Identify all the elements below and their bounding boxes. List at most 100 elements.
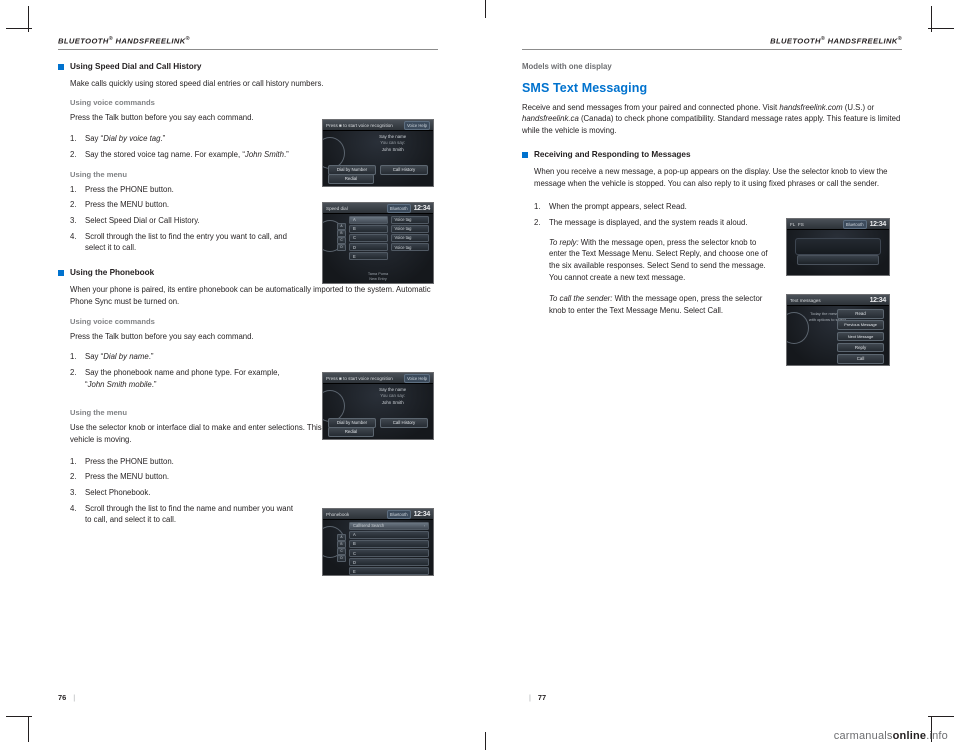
step-number: 2. [70, 149, 77, 159]
step-text: Press the MENU button. [85, 200, 170, 210]
list-item[interactable]: A [349, 531, 429, 539]
list-item[interactable]: Voice tag [390, 216, 429, 224]
step-number: 1. [70, 134, 77, 144]
header-product: HANDSFREELINK [825, 36, 898, 46]
paragraph-to-reply: To reply: With the message open, press t… [522, 237, 774, 284]
voice-help-badge[interactable]: Voice Help [403, 373, 430, 383]
label-models-with-one-display: Models with one display [522, 61, 612, 71]
row-chevron: › [423, 523, 425, 528]
voice-help-badge[interactable]: Voice Help [403, 120, 430, 130]
previous-message-button[interactable]: Previous Message [837, 320, 884, 330]
bullet-square-icon [522, 151, 528, 158]
paragraph-to-call-sender: To call the sender: With the message ope… [522, 293, 774, 316]
step-number: 2. [70, 472, 77, 482]
screen-voice-recognition-1: Press ■ to start voice recognition Voice… [322, 119, 434, 187]
message-menu: Read Previous Message Next Message Reply… [837, 309, 884, 365]
screen-titlebar: Press ■ to start voice recognition Voice… [323, 120, 433, 131]
reply-button[interactable]: Reply [837, 342, 884, 353]
bluetooth-icon: Bluetooth [386, 509, 411, 519]
selector-dial-graphic [323, 390, 347, 422]
screen-footer-2[interactable]: New Entry [323, 277, 433, 281]
watermark-part-3: .info [926, 730, 948, 742]
list-item[interactable]: A [349, 216, 388, 224]
screen-status: Bluetooth 12:34 [842, 219, 886, 229]
bullet-square-icon [58, 269, 64, 276]
redial-button[interactable]: Redial [328, 427, 374, 437]
selector-dial-graphic: A B C D [323, 526, 347, 562]
step-number: 2. [70, 367, 77, 377]
step-text: The message is displayed, and the system… [549, 217, 748, 227]
list-item[interactable]: C [349, 234, 388, 242]
list-item: 2. Say the stored voice tag name. For ex… [70, 149, 295, 161]
read-button[interactable]: Read [837, 309, 884, 319]
intro-part-a: Receive and send messages from your pair… [522, 102, 780, 112]
list-item[interactable]: B [349, 540, 429, 548]
dial-tick: B [337, 230, 346, 237]
screen-status: Bluetooth 12:34 [386, 509, 430, 519]
list-item[interactable]: E [349, 252, 388, 260]
list-item[interactable]: Voice tag [390, 234, 429, 242]
row-label: D [353, 244, 356, 250]
list-item: 1. Say “Dial by voice tag.” [70, 133, 295, 145]
screen-content: Say the name You can say: John Smith Dia… [323, 131, 433, 186]
step-text-end: .” [283, 149, 289, 159]
screen-status: Voice Help [403, 373, 430, 383]
intro-part-b: (U.S.) or [842, 102, 875, 112]
step-text: Say “ [85, 134, 104, 144]
list-item[interactable]: Voice tag [390, 225, 429, 233]
list-item[interactable]: D [349, 243, 388, 251]
spine-mark-bottom [485, 732, 486, 750]
crop-mark [28, 716, 29, 742]
title-part-1: FL [790, 221, 796, 227]
step-number: 4. [70, 503, 77, 513]
crop-mark [928, 716, 954, 717]
screen-footer-1: Tama Puma [367, 272, 389, 276]
list-item: 2. The message is displayed, and the syst… [534, 217, 774, 229]
list-item[interactable]: D [349, 558, 429, 566]
step-number: 3. [70, 215, 77, 225]
step-text-end: .” [151, 379, 157, 389]
bluetooth-icon: Bluetooth [386, 203, 411, 213]
screen-content: A B C D A B C D E Voice tag Voice tag Vo… [323, 214, 433, 283]
step-text: Select Phonebook. [85, 488, 151, 498]
step-text: Press the PHONE button. [85, 456, 174, 466]
running-header-left: BLUETOOTH® HANDSFREELINK® [58, 36, 438, 49]
list-item[interactable]: E [349, 567, 429, 575]
list-item[interactable]: Voice tag [390, 243, 429, 251]
screen-button-row-2: Redial [328, 174, 428, 184]
call-button[interactable]: Call [837, 354, 884, 364]
list-item: 2. Press the MENU button. [70, 471, 295, 483]
screen-content [787, 230, 889, 275]
paragraph-speed-dial-intro: Make calls quickly using stored speed di… [70, 78, 324, 88]
watermark-part-1: carmanuals [833, 730, 893, 742]
voice-line-3: John Smith [381, 399, 404, 405]
screen-titlebar: Press ■ to start voice recognition Voice… [323, 373, 433, 384]
header-brand: BLUETOOTH [58, 36, 109, 46]
clock: 12:34 [413, 204, 431, 212]
screen-title: Text messages [790, 297, 821, 303]
search-row[interactable]: Call/send Search › [349, 522, 429, 530]
redial-button[interactable]: Redial [328, 174, 374, 184]
step-number: 4. [70, 231, 77, 241]
header-rule [58, 48, 438, 50]
speed-dial-columns: A B C D E Voice tag Voice tag Voice tag … [349, 216, 429, 273]
screen-titlebar: Speed dial Bluetooth 12:34 [323, 203, 433, 214]
list-phonebook-voice-steps: 1. Say “Dial by name.” 2. Say the phoneb… [58, 351, 295, 390]
to-reply-text: With the message open, press the selecto… [549, 237, 768, 282]
heading-text: Receiving and Responding to Messages [534, 149, 691, 159]
link-handsfreelink-com: handsfreelink.com [779, 102, 843, 112]
crop-mark [928, 28, 954, 29]
dial-tick: D [337, 555, 346, 562]
voice-prompt: Say the name You can say: John Smith [356, 134, 429, 153]
screen-status: 12:34 [870, 297, 887, 304]
list-item[interactable]: C [349, 549, 429, 557]
to-call-label: To call the sender: [549, 294, 613, 304]
step-number: 3. [70, 488, 77, 498]
step-number: 2. [534, 217, 541, 227]
list-item[interactable]: B [349, 225, 388, 233]
list-speed-dial-voice-steps: 1. Say “Dial by voice tag.” 2. Say the s… [58, 133, 295, 160]
paragraph-sms-intro: Receive and send messages from your pair… [522, 102, 902, 137]
next-message-button[interactable]: Next Message [837, 331, 884, 342]
row-label: Voice tag [394, 244, 412, 250]
watermark-part-2: online [892, 730, 927, 742]
